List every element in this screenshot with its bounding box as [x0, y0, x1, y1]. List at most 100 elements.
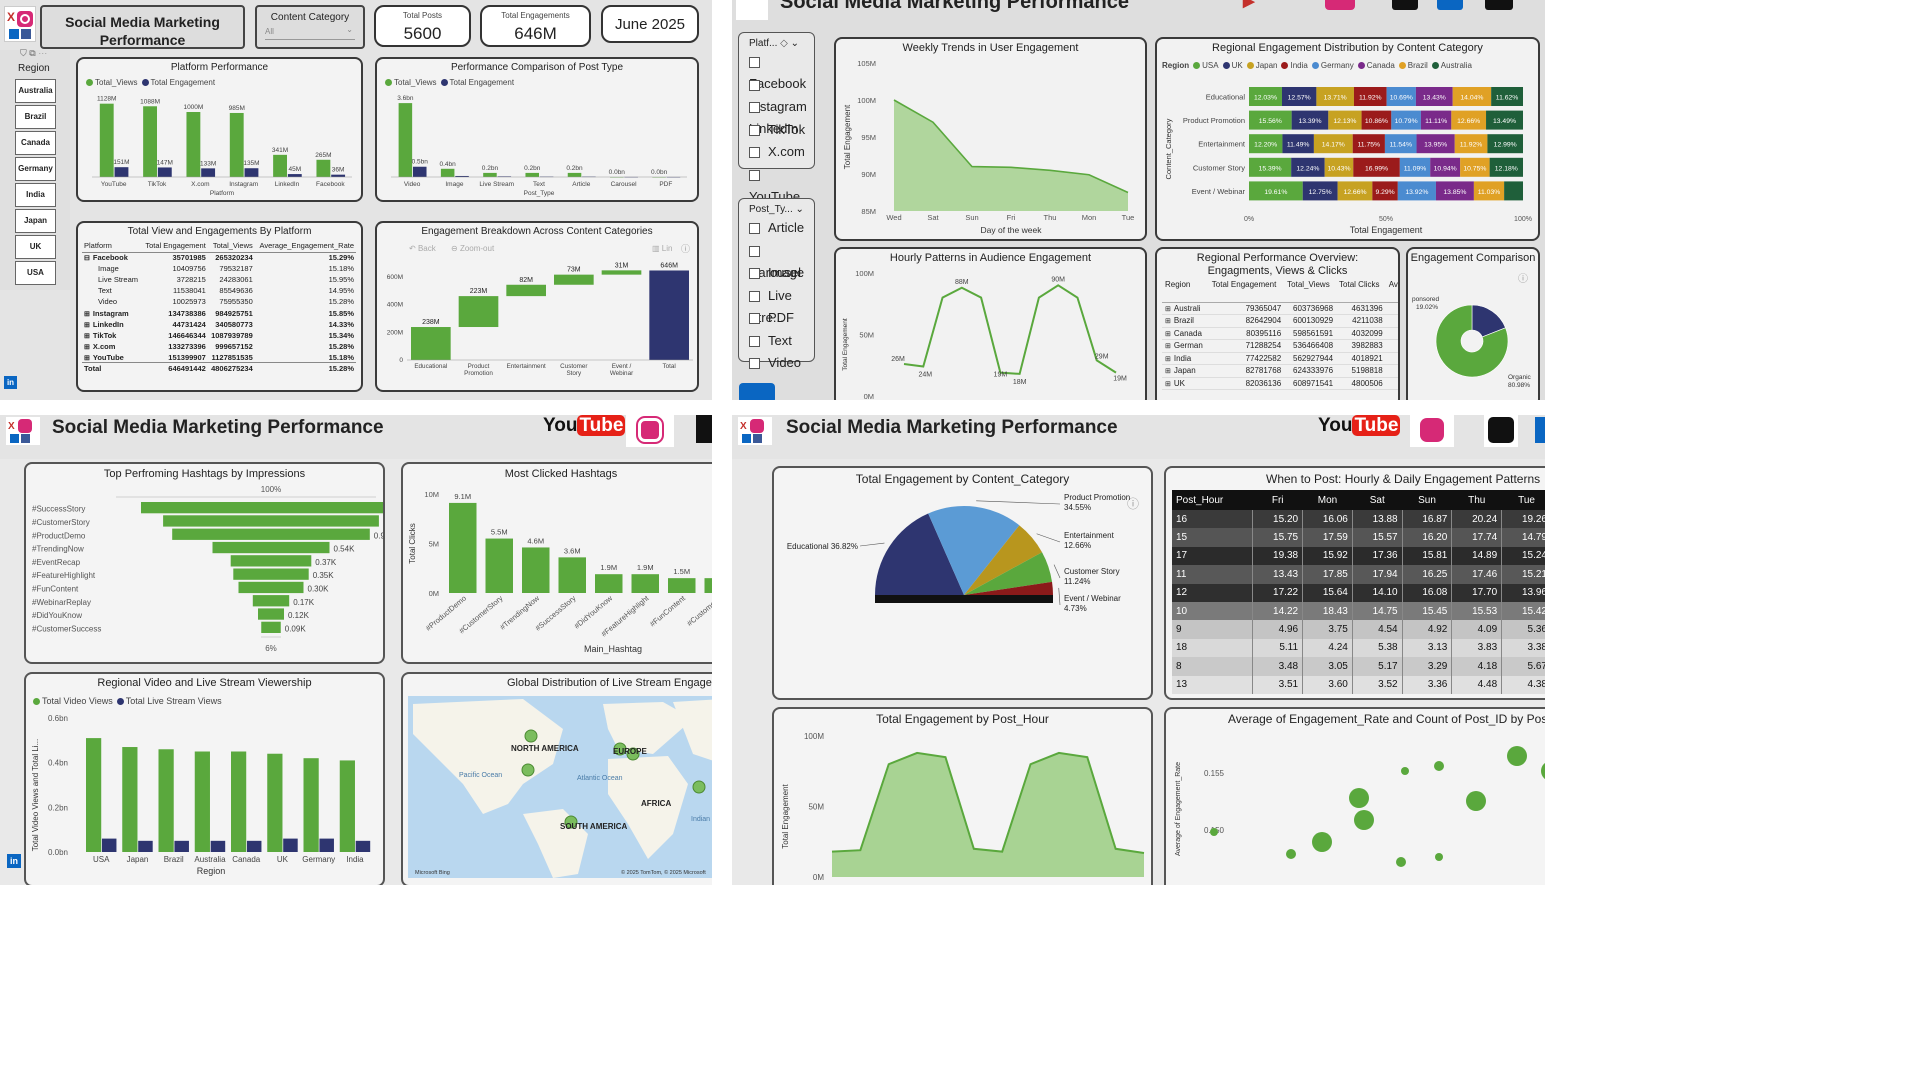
slicer-item[interactable]: Live Stre...: [739, 285, 814, 325]
column-header: Mon: [1317, 494, 1338, 506]
tick-label: Educational: [414, 363, 447, 370]
checkbox[interactable]: [749, 313, 760, 325]
collapse-icon[interactable]: ⊟: [84, 255, 90, 262]
table-cell: 4.09: [1451, 620, 1503, 639]
expand-icon[interactable]: ⊞: [1165, 381, 1171, 388]
checkbox[interactable]: [749, 147, 760, 159]
table-cell: 16.25: [1402, 565, 1453, 584]
cell-text: 603736968: [1293, 303, 1334, 313]
x-icon: [1485, 0, 1513, 10]
slicer-item[interactable]: Video: [739, 352, 814, 375]
data-label: 13.49%: [1493, 118, 1516, 125]
post-type-slicer[interactable]: Post_Ty... ⌄ Article Carousel Image Live St…: [738, 198, 815, 370]
checkbox[interactable]: [749, 290, 760, 302]
kpi-value: 646M: [514, 24, 557, 43]
expand-icon[interactable]: ⊞: [84, 333, 90, 340]
tick-label: 50M: [808, 803, 824, 812]
category-dropdown[interactable]: All ⌄: [265, 25, 355, 40]
slicer-item[interactable]: X.com: [739, 141, 814, 164]
slicer-item[interactable]: Image: [739, 262, 814, 285]
slicer-item[interactable]: Text: [739, 330, 814, 353]
slicer-item[interactable]: Carousel: [739, 240, 814, 280]
checkbox[interactable]: [749, 268, 760, 280]
checkbox[interactable]: [749, 124, 760, 136]
kpi-label: Total Posts: [402, 11, 443, 20]
table-cell: 5.38: [1352, 638, 1403, 658]
expand-icon[interactable]: ⊞: [1165, 306, 1171, 313]
checkbox[interactable]: [749, 102, 760, 114]
table-row: 12 17.22 15.64 14.10 16.08 17.70 13.96: [1172, 583, 1545, 602]
checkbox[interactable]: [749, 358, 760, 370]
expand-icon[interactable]: ⊞: [84, 311, 90, 318]
stacked-segment: [1504, 181, 1523, 201]
content-category-slicer[interactable]: Content Category All ⌄: [255, 5, 365, 49]
data-label: 29M: [1095, 353, 1109, 360]
region-button-australia[interactable]: Australia: [15, 79, 56, 103]
expand-icon[interactable]: ⊞: [84, 322, 90, 329]
linkedin-icon: [1535, 417, 1545, 443]
expand-icon[interactable]: ⊞: [1165, 318, 1171, 325]
checkbox[interactable]: [749, 57, 760, 69]
expand-icon[interactable]: ⊞: [1165, 331, 1171, 338]
table-row: ⊞ Japan 82781768 624333976 5198818: [1162, 365, 1398, 377]
table-row: Image 10409756 79532187 15.18%: [82, 263, 356, 274]
expand-icon[interactable]: ⊞: [1165, 356, 1171, 363]
scatter-point: [1210, 828, 1218, 836]
cell-text: 4806275234: [211, 364, 253, 374]
heatmap-table: Post_Hour Fri Mon Sat Sun Thu Tue 16 15.20 16.06 1…: [1172, 490, 1545, 694]
region-button-uk[interactable]: UK: [15, 235, 56, 259]
table-row: Live Stream 3728215 24283061 15.95%: [82, 274, 356, 285]
chevron-down-icon[interactable]: ⌄: [791, 38, 799, 49]
posting-heatmap-table: When to Post: Hourly & Daily Engagement …: [1164, 466, 1545, 700]
table-cell: 17.36: [1352, 546, 1403, 566]
checkbox[interactable]: [749, 169, 760, 181]
cell-text: 646491442: [168, 364, 206, 374]
region-button-usa[interactable]: USA: [15, 261, 56, 285]
expand-icon[interactable]: ⊞: [1165, 368, 1171, 375]
checkbox[interactable]: [749, 245, 760, 257]
checkbox[interactable]: [749, 79, 760, 91]
tick-label: Thu: [1044, 213, 1057, 222]
slicer-item[interactable]: Article: [739, 217, 814, 240]
table-cell: 4.48: [1451, 675, 1503, 694]
table-cell: 603736968: [1284, 302, 1336, 315]
chevron-down-icon[interactable]: ⌄: [796, 204, 804, 215]
region-button-germany[interactable]: Germany: [15, 157, 56, 181]
data-label: ponsored: [1412, 296, 1439, 303]
slicer-item-label: Image: [768, 265, 805, 280]
checkbox[interactable]: [749, 335, 760, 347]
slicer-item[interactable]: TikTok: [739, 119, 814, 142]
region-button-canada[interactable]: Canada: [15, 131, 56, 155]
area-fill: [894, 100, 1128, 211]
region-button-brazil[interactable]: Brazil: [15, 105, 56, 129]
table-cell: 3.13: [1402, 638, 1453, 658]
platform-slicer[interactable]: Platf... ◇ ⌄ Facebook Instagram LinkedIn Ti…: [738, 32, 815, 204]
cell-text: 75955350: [219, 297, 253, 307]
cell-text: 15.18%: [328, 352, 354, 362]
tick-label: USA: [93, 855, 110, 864]
table-row: ⊞ Canada 80395116 598561591 4032099: [1162, 327, 1398, 340]
region-button-japan[interactable]: Japan: [15, 209, 56, 233]
table-header-row: Region Total Engagement Total_Views Total C…: [1162, 280, 1398, 303]
expand-icon[interactable]: ⊞: [84, 355, 90, 362]
table-cell: 82036136: [1209, 377, 1284, 390]
checkbox[interactable]: [749, 223, 760, 235]
slicer-item[interactable]: YouTube: [739, 164, 814, 204]
region-button-india[interactable]: India: [15, 183, 56, 207]
cell-text: 151399907: [168, 352, 206, 362]
eraser-icon[interactable]: ◇: [780, 38, 788, 49]
slicer-item[interactable]: PDF: [739, 307, 814, 330]
table-cell: 16.08: [1402, 583, 1453, 602]
tick-label: Total: [663, 363, 676, 370]
tick-label: 90M: [861, 170, 876, 179]
table-cell: 14.89: [1451, 546, 1503, 566]
data-label: 1128M: [97, 96, 116, 103]
expand-icon[interactable]: ⊞: [1165, 343, 1171, 350]
table-cell: 4631396: [1336, 302, 1386, 315]
funnel-bar: [238, 581, 304, 594]
expand-icon[interactable]: ⊞: [84, 344, 90, 351]
table-cell: 20.24: [1451, 510, 1503, 529]
data-label: 19.61%: [1264, 189, 1287, 196]
tick-label: 0M: [864, 392, 874, 400]
slicer-item[interactable]: Facebook: [739, 51, 814, 91]
